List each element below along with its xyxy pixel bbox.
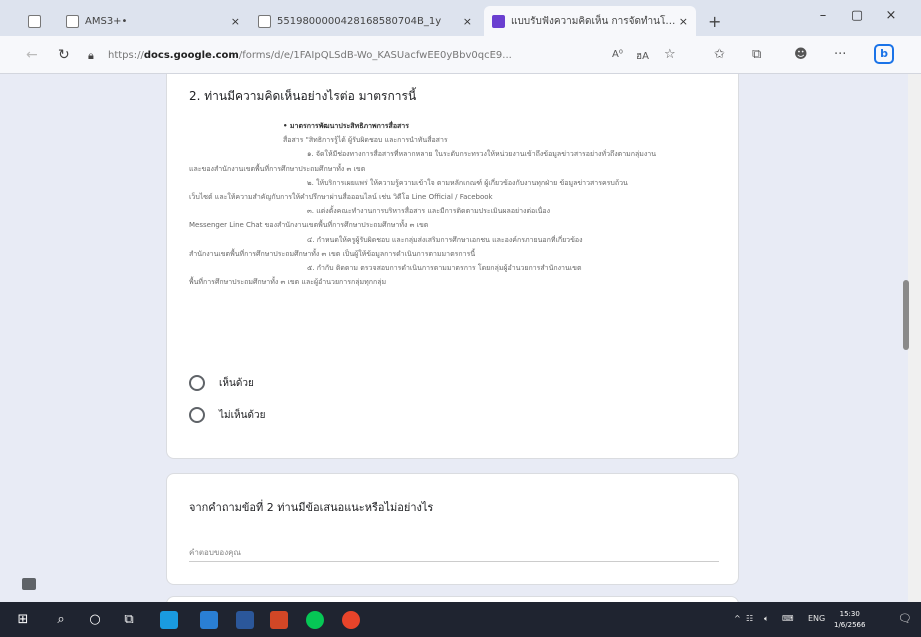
tab-ams[interactable]: AMS3+• × [58,6,248,36]
policy-line: สำนักงานเขตพื้นที่การศึกษาประถมศึกษาทั้ง… [189,249,476,258]
policy-line: ๔. กำหนดให้ครูผู้รับผิดชอบ และกลุ่มส่งเส… [307,235,583,244]
favorites-bar-icon[interactable]: ✩ [714,47,725,62]
policy-line: ๓. แต่งตั้งคณะทำงานการบริหารสื่อสาร และม… [307,207,551,216]
question-card-2: จากคำถามข้อที่ 2 ท่านมีข้อเสนอแนะหรือไม่… [166,473,739,585]
tab-title: 5519800000428168580704B_1y [277,15,442,27]
lock-icon[interactable]: 🔒︎ [88,49,94,63]
word-icon[interactable] [236,611,254,629]
close-window-button[interactable]: × [874,8,908,23]
profile-icon[interactable]: ☻ [794,47,808,62]
new-tab-button[interactable]: + [700,6,730,36]
radio-option-disagree[interactable]: ไม่เห็นด้วย [189,407,265,423]
policy-line: ๑. จัดให้มีช่องทางการสื่อสารที่หลากหลาย … [307,150,657,159]
volume-icon[interactable]: 🔈︎ [764,614,769,624]
translate-button[interactable]: ฮA [636,49,649,64]
page-icon [258,14,271,28]
feedback-icon[interactable] [22,578,36,590]
radio-button[interactable] [189,375,205,391]
page-icon [66,14,79,28]
google-forms-icon [492,14,505,28]
maximize-button[interactable]: ▢ [840,8,874,23]
workspace-button[interactable] [20,6,60,36]
network-icon[interactable]: ☷ [746,614,753,623]
question-card-1: 2. ท่านมีความคิดเห็นอย่างไรต่อ มาตรการนี… [166,74,739,459]
refresh-icon[interactable]: ↻ [58,47,70,63]
policy-line: ๒. ให้บริการเผยแพร่ ให้ความรู้ความเข้าใจ… [307,178,628,187]
address-bar-row: ← ↻ 🔒︎ https://docs.google.com/forms/d/e… [0,36,921,74]
policy-line: สื่อสาร "สิทธิการรู้ได้ ผู้รับผิดชอบ และ… [283,136,448,145]
clock[interactable]: 15:30 1/6/2566 [834,609,865,631]
url-prefix: https:// [108,50,144,61]
url-host: docs.google.com [143,50,239,61]
tab-title: แบบรับฟังความคิดเห็น การจัดทำนโยบาย [511,15,679,27]
cortana-icon[interactable]: ○ [86,611,104,629]
policy-text-block: • มาตรการพัฒนาประสิทธิภาพการสื่อสารสื่อส… [189,119,717,289]
pdf-reader-icon[interactable] [270,611,288,629]
url-path: /forms/d/e/1FAIpQLSdB-Wo_KASUacfwEE0yBbv… [238,50,512,61]
line-app-icon[interactable] [306,611,324,629]
radio-option-agree[interactable]: เห็นด้วย [189,375,254,391]
tab-title: AMS3+• [85,15,128,27]
policy-line: พื้นที่การศึกษาประถมศึกษาทั้ง ๓ เขต และผ… [189,278,387,287]
tab-close-icon[interactable]: × [231,15,240,28]
question-1-title: 2. ท่านมีความคิดเห็นอย่างไรต่อ มาตรการนี… [189,89,417,103]
search-icon[interactable]: ⌕ [52,611,70,629]
more-menu-button[interactable]: ··· [834,47,846,62]
tab-google-form[interactable]: แบบรับฟังความคิดเห็น การจัดทำนโยบาย × [484,6,696,36]
browser-tab-bar: AMS3+• × 5519800000428168580704B_1y × แบ… [0,0,921,36]
policy-line: เว็บไซต์ และให้ความสำคัญกับการให้คำปรึกษ… [189,193,493,202]
option-label: เห็นด้วย [219,377,254,389]
favorite-star-icon[interactable]: ☆ [664,47,676,62]
clock-time: 15:30 [839,610,860,618]
scrollbar-thumb[interactable] [903,280,909,350]
tab-close-icon[interactable]: × [679,15,688,28]
show-hidden-icons-icon[interactable]: ^ [734,614,741,623]
windows-start-icon[interactable]: ⊞ [14,611,32,629]
form-page: 2. ท่านมีความคิดเห็นอย่างไรต่อ มาตรการนี… [0,74,908,602]
language-indicator[interactable]: ENG [808,614,825,623]
option-label: ไม่เห็นด้วย [219,409,266,421]
tab-document[interactable]: 5519800000428168580704B_1y × [250,6,480,36]
tab-close-icon[interactable]: × [463,15,472,28]
minimize-button[interactable]: – [806,8,840,23]
clock-date: 1/6/2566 [834,621,866,629]
notification-icon[interactable]: 🗨︎ [898,612,912,625]
scrollbar-track[interactable] [908,74,921,602]
keyboard-icon[interactable]: ⌨ [782,614,794,623]
url-field[interactable]: https://docs.google.com/forms/d/e/1FAIpQ… [108,50,512,61]
answer-input[interactable]: คำตอบของคุณ [189,542,719,562]
bing-chat-icon[interactable]: b [874,44,894,64]
policy-line: • มาตรการพัฒนาประสิทธิภาพการสื่อสาร [283,122,409,130]
policy-line: ๕. กำกับ ติดตาม ตรวจสอบการดำเนินการตามมา… [307,264,582,273]
back-arrow-icon[interactable]: ← [26,47,38,63]
task-view-icon[interactable]: ⧉ [120,611,138,629]
edge-browser-icon[interactable] [160,611,178,629]
policy-line: Messenger Line Chat ของสำนักงานเขตพื้นที… [189,221,429,230]
collections-icon[interactable]: ⧉ [752,47,761,62]
windows-taskbar: ⊞ ⌕ ○ ⧉ ^ ☷ 🔈︎ ⌨ ENG 15:30 1/6/2566 🗨︎ [0,602,921,637]
radio-button[interactable] [189,407,205,423]
question-2-title: จากคำถามข้อที่ 2 ท่านมีข้อเสนอแนะหรือไม่… [189,501,434,514]
mail-icon[interactable] [200,611,218,629]
policy-line: และของสำนักงานเขตพื้นที่การศึกษาประถมศึก… [189,164,366,173]
app-icon[interactable] [342,611,360,629]
workspaces-icon [28,14,41,28]
read-aloud-button[interactable]: A⁰ [612,49,623,60]
